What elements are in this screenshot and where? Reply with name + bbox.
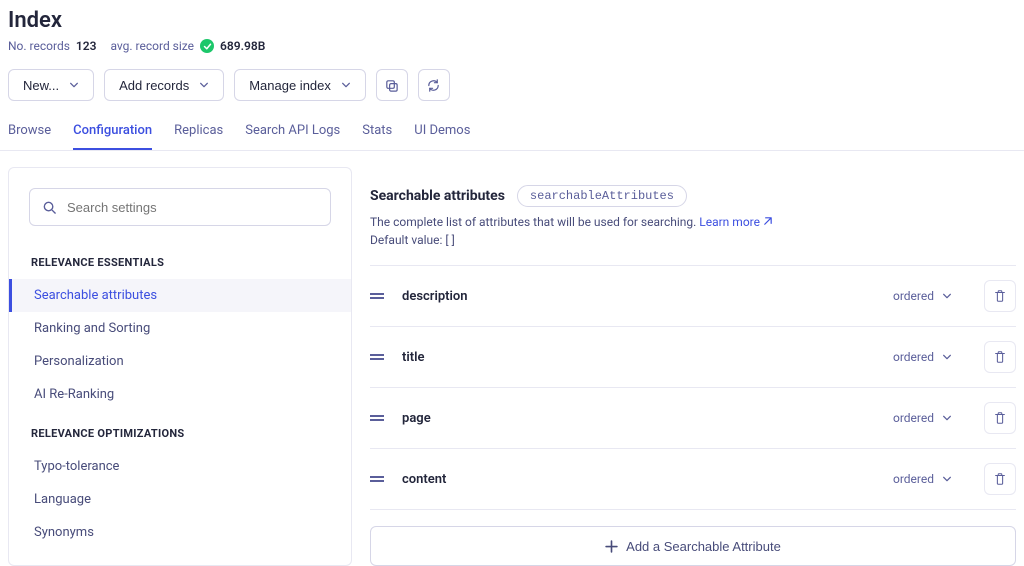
refresh-button[interactable] xyxy=(418,69,450,101)
default-value: Default value: [ ] xyxy=(370,233,1016,247)
attribute-name: page xyxy=(402,411,875,426)
sidebar-item-language[interactable]: Language xyxy=(9,483,351,516)
attribute-key-pill: searchableAttributes xyxy=(517,185,687,207)
chevron-down-icon xyxy=(341,80,351,90)
attribute-name: content xyxy=(402,472,875,487)
main-content: Searchable attributes searchableAttribut… xyxy=(352,167,1016,566)
add-records-button[interactable]: Add records xyxy=(104,69,224,101)
sidebar-item-personalization[interactable]: Personalization xyxy=(9,345,351,378)
external-link-icon xyxy=(762,216,773,227)
trash-icon xyxy=(993,289,1007,303)
tab-stats[interactable]: Stats xyxy=(362,115,392,150)
attribute-row: description ordered xyxy=(370,265,1016,327)
avg-size-value: 689.98B xyxy=(220,39,265,53)
sidebar-group-title: RELEVANCE OPTIMIZATIONS xyxy=(9,411,351,450)
index-meta: No. records 123 avg. record size 689.98B xyxy=(8,39,1016,53)
search-input[interactable] xyxy=(67,200,318,215)
attribute-row: title ordered xyxy=(370,327,1016,388)
avg-size-label: avg. record size xyxy=(110,39,194,53)
sidebar-item-ai-re-ranking[interactable]: AI Re-Ranking xyxy=(9,378,351,411)
tab-search-api-logs[interactable]: Search API Logs xyxy=(245,115,340,150)
section-description: The complete list of attributes that wil… xyxy=(370,215,1016,229)
chevron-down-icon xyxy=(942,413,952,423)
manage-index-button[interactable]: Manage index xyxy=(234,69,366,101)
drag-handle-icon[interactable] xyxy=(370,291,388,301)
drag-handle-icon[interactable] xyxy=(370,413,388,423)
sidebar-group-title: RELEVANCE ESSENTIALS xyxy=(9,240,351,279)
search-icon xyxy=(42,200,57,215)
sidebar-item-typo-tolerance[interactable]: Typo-tolerance xyxy=(9,450,351,483)
ordering-select[interactable]: ordered xyxy=(889,350,956,364)
delete-attribute-button[interactable] xyxy=(984,402,1016,434)
records-label: No. records xyxy=(8,39,70,53)
check-icon xyxy=(200,39,214,53)
learn-more-link[interactable]: Learn more xyxy=(699,215,773,229)
tab-bar: Browse Configuration Replicas Search API Lo… xyxy=(0,115,1024,151)
chevron-down-icon xyxy=(942,352,952,362)
attribute-name: title xyxy=(402,350,875,365)
drag-handle-icon[interactable] xyxy=(370,352,388,362)
delete-attribute-button[interactable] xyxy=(984,341,1016,373)
trash-icon xyxy=(993,350,1007,364)
attribute-row: page ordered xyxy=(370,388,1016,449)
copy-icon xyxy=(384,78,399,93)
sidebar-item-ranking-and-sorting[interactable]: Ranking and Sorting xyxy=(9,312,351,345)
refresh-icon xyxy=(426,78,441,93)
chevron-down-icon xyxy=(942,474,952,484)
new-button[interactable]: New... xyxy=(8,69,94,101)
delete-attribute-button[interactable] xyxy=(984,463,1016,495)
tab-configuration[interactable]: Configuration xyxy=(73,115,152,150)
chevron-down-icon xyxy=(199,80,209,90)
section-title: Searchable attributes xyxy=(370,188,505,204)
ordering-select[interactable]: ordered xyxy=(889,472,956,486)
sidebar-item-synonyms[interactable]: Synonyms xyxy=(9,516,351,549)
trash-icon xyxy=(993,411,1007,425)
tab-ui-demos[interactable]: UI Demos xyxy=(414,115,470,150)
records-value: 123 xyxy=(76,39,97,53)
trash-icon xyxy=(993,472,1007,486)
ordering-select[interactable]: ordered xyxy=(889,411,956,425)
sidebar-item-searchable-attributes[interactable]: Searchable attributes xyxy=(9,279,351,312)
attribute-row: content ordered xyxy=(370,449,1016,510)
copy-button[interactable] xyxy=(376,69,408,101)
ordering-select[interactable]: ordered xyxy=(889,289,956,303)
delete-attribute-button[interactable] xyxy=(984,280,1016,312)
settings-sidebar: RELEVANCE ESSENTIALSSearchable attribute… xyxy=(8,167,352,566)
toolbar: New... Add records Manage index xyxy=(8,69,1016,101)
chevron-down-icon xyxy=(69,80,79,90)
tab-browse[interactable]: Browse xyxy=(8,115,51,150)
chevron-down-icon xyxy=(942,291,952,301)
tab-replicas[interactable]: Replicas xyxy=(174,115,223,150)
attribute-name: description xyxy=(402,289,875,304)
search-settings-box[interactable] xyxy=(29,188,331,226)
plus-icon xyxy=(605,540,618,553)
drag-handle-icon[interactable] xyxy=(370,474,388,484)
add-attribute-button[interactable]: Add a Searchable Attribute xyxy=(370,526,1016,566)
page-title: Index xyxy=(8,8,1016,33)
